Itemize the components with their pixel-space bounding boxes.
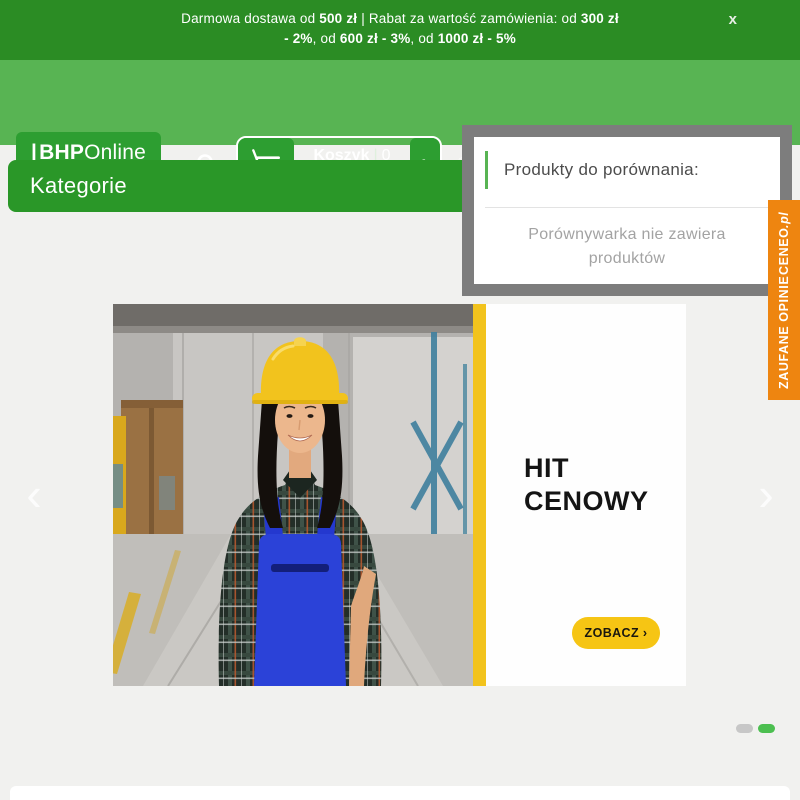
hero-photo — [113, 304, 473, 686]
divider — [485, 207, 769, 208]
content-section-edge — [10, 786, 790, 800]
carousel-prev-icon[interactable]: ‹ — [12, 472, 56, 520]
categories-label: Kategorie — [30, 173, 127, 199]
hero-yellow-stripe — [473, 304, 486, 686]
ceneo-ribbon[interactable]: ZAUFANE OPINIE CENEO.pl — [768, 200, 800, 400]
carousel-dot-1[interactable] — [736, 724, 753, 733]
promo-line-2: - 2%, od 600 zł - 3%, od 1000 zł - 5% — [0, 29, 800, 49]
close-icon[interactable]: x — [723, 9, 743, 30]
ceneo-brand: CENEO — [777, 228, 791, 275]
compare-dropdown-title: Produkty do porównania: — [504, 160, 699, 180]
carousel-next-icon[interactable]: › — [744, 472, 788, 520]
compare-empty-message: Porównywarka nie zawiera produktów — [474, 223, 780, 271]
carousel-dots — [736, 724, 775, 733]
compare-dropdown: Produkty do porównania: Porównywarka nie… — [462, 125, 792, 296]
compare-dropdown-body: Produkty do porównania: Porównywarka nie… — [474, 137, 780, 284]
title-accent-bar — [485, 151, 488, 189]
promo-text: Darmowa dostawa od 500 zł | Rabat za war… — [0, 0, 800, 49]
hero-text-panel: HIT CENOWY ZOBACZ › — [486, 304, 686, 686]
promo-line-1: Darmowa dostawa od 500 zł | Rabat za war… — [0, 9, 800, 29]
promo-banner: Darmowa dostawa od 500 zł | Rabat za war… — [0, 0, 800, 60]
hero-headline: HIT CENOWY — [524, 452, 649, 518]
hero-slide[interactable]: HIT CENOWY ZOBACZ › — [113, 304, 686, 686]
hero-cta-button[interactable]: ZOBACZ › — [572, 617, 660, 649]
carousel-dot-2[interactable] — [758, 724, 775, 733]
